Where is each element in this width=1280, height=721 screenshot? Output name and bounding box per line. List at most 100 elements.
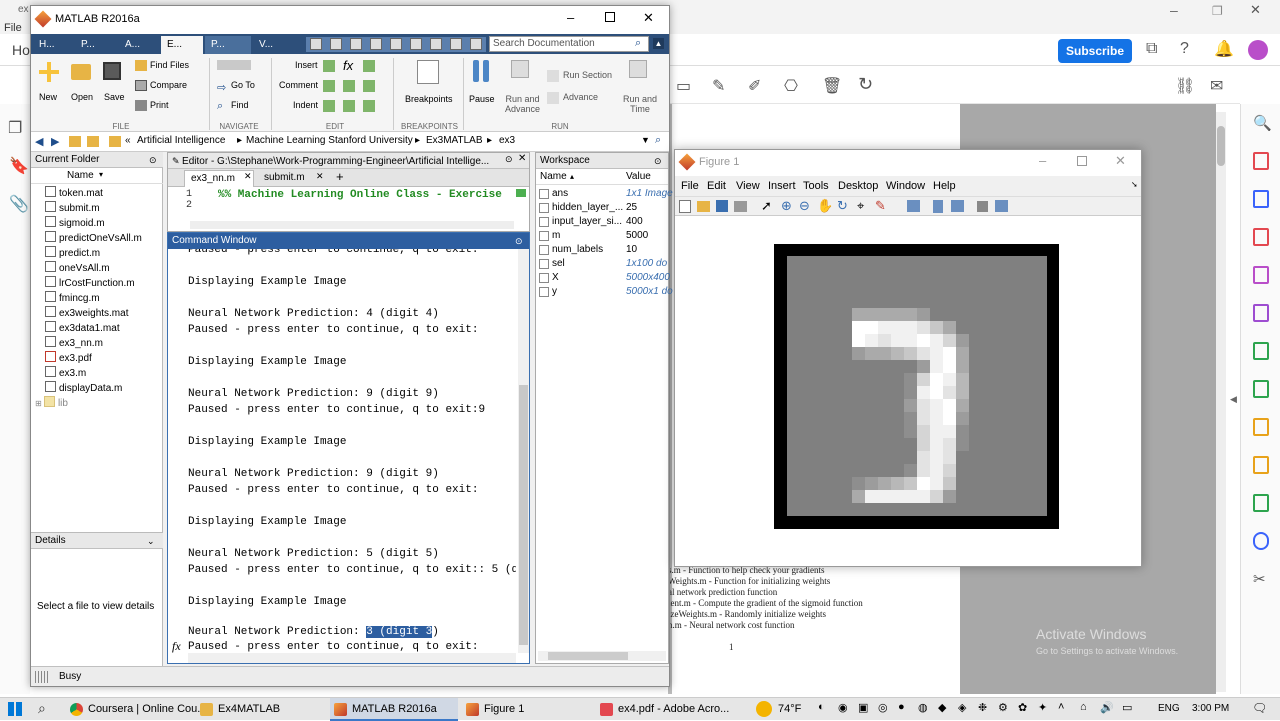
- menu-tools[interactable]: Tools: [803, 180, 829, 192]
- scrollbar-thumb[interactable]: [519, 385, 528, 645]
- file-item[interactable]: ex3weights.mat: [45, 306, 128, 320]
- chrome-tray-icon[interactable]: ◎: [878, 701, 888, 714]
- taskbar-item-folder[interactable]: Ex4MATLAB: [196, 698, 324, 721]
- tab-plots[interactable]: P...: [75, 36, 117, 54]
- zoom-out-icon[interactable]: ⊖: [799, 198, 810, 214]
- search-input[interactable]: Search Documentation: [493, 38, 595, 49]
- send-icon[interactable]: [1253, 418, 1269, 436]
- chevron-down-icon[interactable]: ▼: [641, 135, 650, 145]
- legend-icon[interactable]: [951, 200, 964, 212]
- switch-windows-icon[interactable]: [430, 38, 442, 50]
- fill-sign-icon[interactable]: [1253, 266, 1269, 284]
- paste-icon[interactable]: [370, 38, 382, 50]
- details-header[interactable]: Details ⌄: [31, 533, 163, 549]
- menu-window[interactable]: Window: [886, 180, 925, 192]
- digit-image[interactable]: [787, 256, 1047, 516]
- taskbar-item-matlab[interactable]: MATLAB R2016a: [330, 698, 458, 721]
- create-pdf-icon[interactable]: [1253, 380, 1269, 398]
- column-name[interactable]: Name: [67, 170, 94, 181]
- new-button[interactable]: New: [39, 92, 57, 102]
- wrap-comment-icon[interactable]: [363, 80, 375, 92]
- dock-icon[interactable]: ➘: [1131, 180, 1138, 189]
- find-files-button[interactable]: Find Files: [150, 60, 189, 70]
- mail-icon[interactable]: ✉: [1210, 76, 1223, 96]
- decrease-indent-icon[interactable]: [363, 100, 375, 112]
- taskbar-item-acrobat[interactable]: ex4.pdf - Adobe Acro...: [596, 698, 729, 721]
- brush-icon[interactable]: ✎: [875, 198, 886, 214]
- customize-icon[interactable]: [470, 38, 482, 50]
- panel-menu-icon[interactable]: ⊙: [505, 154, 513, 165]
- editor-h-scrollbar[interactable]: [190, 221, 514, 229]
- edit-pdf-icon[interactable]: [1253, 304, 1269, 322]
- tab-view[interactable]: V...: [253, 36, 295, 54]
- close-icon[interactable]: ✕: [316, 171, 324, 182]
- bookmark-icon[interactable]: 🔖: [9, 156, 29, 176]
- protect-icon[interactable]: [1253, 532, 1269, 550]
- sync-icon[interactable]: ◈: [958, 701, 966, 714]
- redo-icon[interactable]: ↻: [858, 74, 873, 95]
- compare-button[interactable]: Compare: [150, 80, 187, 90]
- taskbar-item-figure[interactable]: Figure 1: [462, 698, 590, 721]
- selected-text[interactable]: 3 (digit 3: [366, 626, 433, 638]
- show-tools-icon[interactable]: [995, 200, 1008, 212]
- workspace-row[interactable]: hidden_layer_... 25: [536, 201, 666, 215]
- export-pdf-icon[interactable]: [1253, 342, 1269, 360]
- battery-icon[interactable]: ▭: [1122, 701, 1132, 714]
- menu-view[interactable]: View: [736, 180, 760, 192]
- file-item[interactable]: displayData.m: [45, 381, 122, 395]
- run-and-advance-icon[interactable]: [511, 60, 529, 78]
- save-figure-icon[interactable]: [716, 200, 728, 212]
- stamp-icon[interactable]: ⎔: [784, 76, 798, 96]
- volume-icon[interactable]: 🔊: [1100, 701, 1114, 714]
- save-icon[interactable]: [103, 62, 121, 80]
- menu-desktop[interactable]: Desktop: [838, 180, 878, 192]
- subscribe-button[interactable]: Subscribe: [1058, 39, 1132, 63]
- function-icon[interactable]: fx: [343, 58, 353, 73]
- data-cursor-icon[interactable]: ⌖: [857, 198, 864, 214]
- background-tab-label[interactable]: ex: [18, 4, 29, 15]
- file-item[interactable]: sigmoid.m: [45, 216, 105, 230]
- pause-button[interactable]: Pause: [469, 94, 495, 104]
- restore-icon[interactable]: ❐: [1212, 4, 1223, 18]
- run-section-icon[interactable]: [547, 70, 559, 82]
- search-icon[interactable]: ⌕: [635, 37, 641, 50]
- search-icon[interactable]: ⌕: [38, 700, 46, 717]
- workspace-h-scrollbar[interactable]: [538, 651, 666, 661]
- workspace-row[interactable]: ans 1x1 Image: [536, 187, 673, 201]
- workspace-row[interactable]: X 5000x400: [536, 271, 670, 285]
- tray-icon[interactable]: ✦: [1038, 701, 1047, 714]
- app-icon[interactable]: ▣: [858, 701, 868, 714]
- menu-edit[interactable]: Edit: [707, 180, 726, 192]
- workspace-row[interactable]: sel 1x100 do: [536, 257, 667, 271]
- run-and-advance-button[interactable]: Run and Advance: [505, 94, 540, 114]
- file-item[interactable]: fmincg.m: [45, 291, 100, 305]
- file-item[interactable]: ex3.pdf: [45, 351, 92, 365]
- background-file-menu[interactable]: File: [4, 22, 22, 34]
- new-icon[interactable]: [39, 62, 59, 82]
- bluetooth-icon[interactable]: ❉: [978, 701, 987, 714]
- file-item[interactable]: predict.m: [45, 246, 100, 260]
- breadcrumb-item[interactable]: Ex3MATLAB: [426, 135, 483, 146]
- tab-editor[interactable]: E...: [161, 36, 203, 54]
- advance-button[interactable]: Advance: [563, 92, 598, 102]
- trash-icon[interactable]: 🗑: [822, 76, 842, 96]
- print-figure-icon[interactable]: [734, 201, 747, 212]
- find-button[interactable]: Find: [231, 100, 249, 110]
- edit-plot-icon[interactable]: ➚: [761, 198, 772, 214]
- go-to-button[interactable]: Go To: [231, 80, 255, 90]
- pen-icon[interactable]: ✎: [712, 76, 725, 96]
- menu-help[interactable]: Help: [933, 180, 956, 192]
- minimize-icon[interactable]: –: [1039, 153, 1046, 168]
- chevron-down-icon[interactable]: ⌄: [147, 533, 155, 549]
- breakpoints-icon[interactable]: [417, 60, 439, 84]
- hide-tools-icon[interactable]: [977, 201, 988, 212]
- weather-icon[interactable]: [756, 701, 772, 717]
- workspace-row[interactable]: input_layer_si... 400: [536, 215, 666, 229]
- settings-tray-icon[interactable]: ⚙: [998, 701, 1008, 714]
- pan-icon[interactable]: ✋: [817, 198, 833, 214]
- zoom-icon[interactable]: 🔍: [1253, 114, 1272, 132]
- network-icon[interactable]: ⌂: [1080, 701, 1087, 713]
- file-item[interactable]: lrCostFunction.m: [45, 276, 135, 290]
- avatar[interactable]: [1248, 40, 1268, 60]
- bell-icon[interactable]: 🔔: [1214, 39, 1234, 59]
